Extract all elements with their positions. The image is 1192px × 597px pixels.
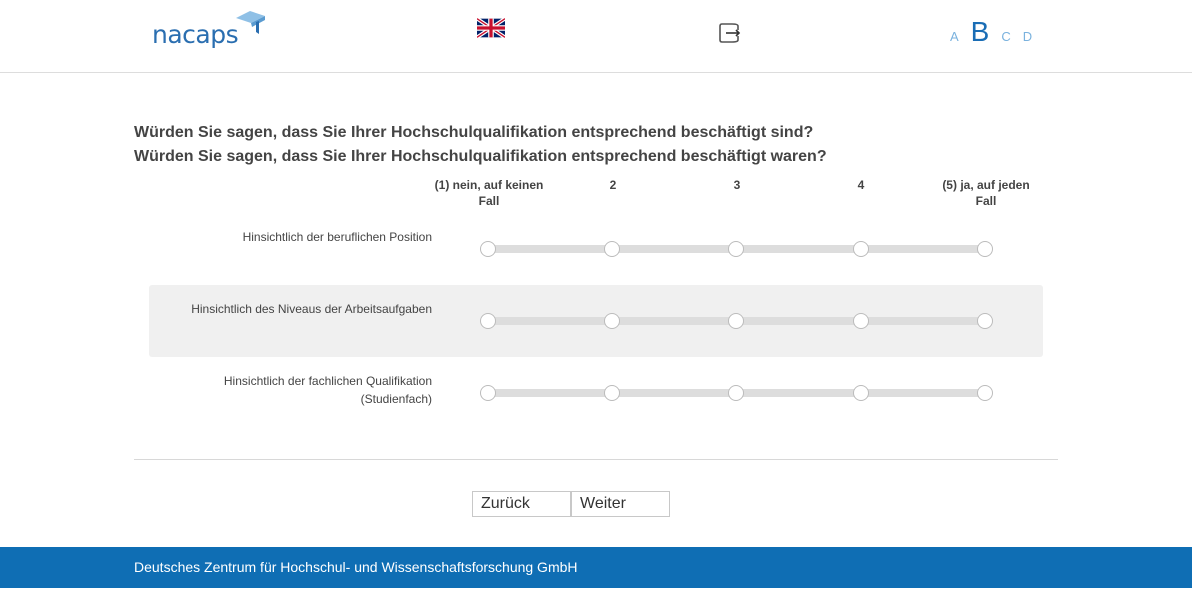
scale-label-4: 4 <box>857 178 865 192</box>
uk-flag-icon[interactable] <box>477 18 505 38</box>
rating-option-qualifikation-1[interactable] <box>480 385 496 401</box>
font-size-d[interactable]: D <box>1023 29 1032 48</box>
rating-option-position-3[interactable] <box>728 241 744 257</box>
rating-option-niveau-3[interactable] <box>728 313 744 329</box>
rating-option-position-4[interactable] <box>853 241 869 257</box>
header: nacaps A B C D <box>0 0 1192 73</box>
rating-option-qualifikation-2[interactable] <box>604 385 620 401</box>
rating-option-position-5[interactable] <box>977 241 993 257</box>
rating-option-niveau-4[interactable] <box>853 313 869 329</box>
question-line-1: Würden Sie sagen, dass Sie Ihrer Hochsch… <box>134 124 814 141</box>
question-text: Würden Sie sagen, dass Sie Ihrer Hochsch… <box>134 121 1034 169</box>
item-label-niveau: Hinsichtlich des Niveaus der Arbeitsaufg… <box>191 302 432 316</box>
nacaps-logo[interactable]: nacaps <box>152 10 272 52</box>
font-size-switcher: A B C D <box>950 14 1044 48</box>
rating-option-position-2[interactable] <box>604 241 620 257</box>
rating-option-qualifikation-4[interactable] <box>853 385 869 401</box>
footer-text: Deutsches Zentrum für Hochschul- und Wis… <box>134 559 578 575</box>
item-label-qualifikation: Hinsichtlich der fachlichen Qualifikatio… <box>223 374 432 406</box>
rating-option-qualifikation-5[interactable] <box>977 385 993 401</box>
font-size-b[interactable]: B <box>971 16 990 48</box>
rating-option-niveau-2[interactable] <box>604 313 620 329</box>
scale-label-5: (5) ja, auf jeden Fall <box>942 178 1030 208</box>
scale-label-1: (1) nein, auf keinen Fall <box>434 178 544 208</box>
footer: Deutsches Zentrum für Hochschul- und Wis… <box>0 547 1192 588</box>
logout-icon[interactable] <box>718 22 742 44</box>
logo-text: nacaps <box>152 20 239 49</box>
back-button[interactable]: Zurück <box>472 491 571 517</box>
next-button[interactable]: Weiter <box>571 491 670 517</box>
rating-option-position-1[interactable] <box>480 241 496 257</box>
scale-label-2: 2 <box>609 178 617 192</box>
divider <box>134 459 1058 460</box>
graduation-cap-icon <box>236 11 265 34</box>
rating-option-qualifikation-3[interactable] <box>728 385 744 401</box>
item-label-position: Hinsichtlich der beruflichen Position <box>242 230 432 244</box>
font-size-c[interactable]: C <box>1001 29 1010 48</box>
rating-option-niveau-1[interactable] <box>480 313 496 329</box>
rating-option-niveau-5[interactable] <box>977 313 993 329</box>
scale-label-3: 3 <box>733 178 741 192</box>
question-line-2: Würden Sie sagen, dass Sie Ihrer Hochsch… <box>134 148 827 165</box>
font-size-a[interactable]: A <box>950 29 959 48</box>
